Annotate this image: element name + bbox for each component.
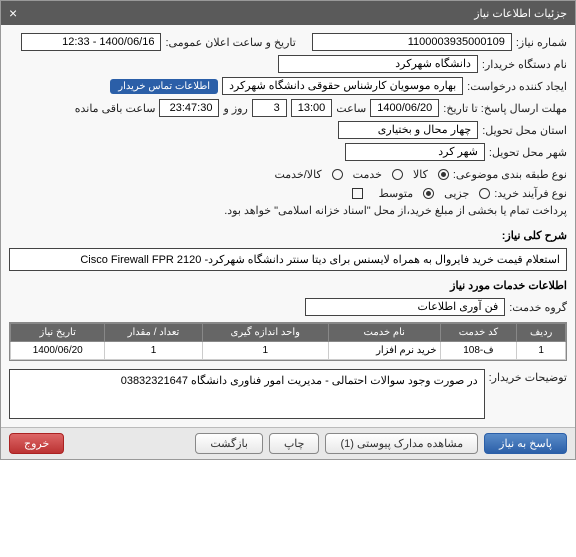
attachments-button[interactable]: مشاهده مدارک پیوستی (1) bbox=[325, 433, 478, 454]
th-row: ردیف bbox=[517, 324, 566, 342]
th-qty: تعداد / مقدار bbox=[105, 324, 202, 342]
back-button[interactable]: بازگشت bbox=[195, 433, 263, 454]
cell-qty: 1 bbox=[105, 342, 202, 360]
process-radio-group: جزیی متوسط bbox=[379, 187, 491, 200]
close-icon[interactable]: × bbox=[9, 5, 17, 21]
announce-field: 1400/06/16 - 12:33 bbox=[21, 33, 161, 51]
group-label: گروه خدمت: bbox=[509, 301, 567, 314]
cell-row: 1 bbox=[517, 342, 566, 360]
desc-box: استعلام قیمت خرید فایروال به همراه لایسن… bbox=[9, 248, 567, 271]
city-field: شهر کرد bbox=[345, 143, 485, 161]
details-window: جزئیات اطلاعات نیاز × شماره نیاز: 110000… bbox=[0, 0, 576, 460]
req-no-field: 1100003935000109 bbox=[312, 33, 512, 51]
radio-medium-label: متوسط bbox=[379, 187, 414, 200]
req-no-label: شماره نیاز: bbox=[516, 36, 567, 49]
table-row[interactable]: 1 ف-108 خرید نرم افزار 1 1 1400/06/20 bbox=[11, 342, 566, 360]
window-title: جزئیات اطلاعات نیاز bbox=[474, 7, 567, 20]
buyer-label: نام دستگاه خریدار: bbox=[482, 58, 567, 71]
days-field: 3 bbox=[252, 99, 287, 117]
exit-button[interactable]: خروج bbox=[9, 433, 64, 454]
print-button[interactable]: چاپ bbox=[269, 433, 320, 454]
radio-kala[interactable] bbox=[438, 169, 449, 180]
respond-button[interactable]: پاسخ به نیاز bbox=[484, 433, 567, 454]
radio-khadamat[interactable] bbox=[392, 169, 403, 180]
radio-kala-label: کالا bbox=[413, 168, 428, 181]
deadline-hour-field: 13:00 bbox=[291, 99, 333, 117]
contact-buyer-button[interactable]: اطلاعات تماس خریدار bbox=[110, 79, 218, 94]
hour-label: ساعت bbox=[336, 102, 366, 115]
th-name: نام خدمت bbox=[328, 324, 440, 342]
process-label: نوع فرآیند خرید: bbox=[494, 187, 567, 200]
notes-label: توضیحات خریدار: bbox=[489, 367, 575, 384]
subject-label: نوع طبقه بندی موضوعی: bbox=[453, 168, 567, 181]
radio-khadamat-label: خدمت bbox=[353, 168, 382, 181]
group-field: فن آوری اطلاعات bbox=[305, 298, 505, 316]
radio-both[interactable] bbox=[332, 169, 343, 180]
radio-medium[interactable] bbox=[423, 188, 434, 199]
buyer-notes: در صورت وجود سوالات احتمالی - مدیریت امو… bbox=[9, 369, 485, 419]
requester-field: بهاره موسویان کارشناس حقوقی دانشگاه شهرک… bbox=[222, 77, 463, 95]
form-area: شماره نیاز: 1100003935000109 تاریخ و ساع… bbox=[1, 25, 575, 225]
th-unit: واحد اندازه گیری bbox=[202, 324, 328, 342]
requester-label: ایجاد کننده درخواست: bbox=[467, 80, 567, 93]
radio-small-label: جزیی bbox=[444, 187, 469, 200]
th-date: تاریخ نیاز bbox=[11, 324, 105, 342]
city-label: شهر محل تحویل: bbox=[489, 146, 567, 159]
announce-label: تاریخ و ساعت اعلان عمومی: bbox=[165, 36, 295, 49]
province-label: استان محل تحویل: bbox=[482, 124, 567, 137]
cell-date: 1400/06/20 bbox=[11, 342, 105, 360]
cell-unit: 1 bbox=[202, 342, 328, 360]
remain-label: ساعت باقی مانده bbox=[75, 102, 156, 115]
cell-name: خرید نرم افزار bbox=[328, 342, 440, 360]
items-header: اطلاعات خدمات مورد نیاز bbox=[1, 275, 575, 296]
radio-small[interactable] bbox=[479, 188, 490, 199]
button-bar: پاسخ به نیاز مشاهده مدارک پیوستی (1) چاپ… bbox=[1, 427, 575, 459]
subject-radio-group: کالا خدمت کالا/خدمت bbox=[274, 168, 448, 181]
pay-note: پرداخت تمام یا بخشی از مبلغ خرید،از محل … bbox=[224, 204, 567, 217]
cell-code: ف-108 bbox=[440, 342, 517, 360]
titlebar: جزئیات اطلاعات نیاز × bbox=[1, 1, 575, 25]
remain-time-field: 23:47:30 bbox=[159, 99, 219, 117]
deadline-label: مهلت ارسال پاسخ: تا تاریخ: bbox=[443, 102, 567, 115]
items-table-wrap: ردیف کد خدمت نام خدمت واحد اندازه گیری ت… bbox=[9, 322, 567, 361]
province-field: چهار محال و بختیاری bbox=[338, 121, 478, 139]
deadline-date-field: 1400/06/20 bbox=[370, 99, 439, 117]
desc-label: شرح کلی نیاز: bbox=[1, 225, 575, 246]
radio-both-label: کالا/خدمت bbox=[274, 168, 321, 181]
buyer-field: دانشگاه شهرکرد bbox=[278, 55, 478, 73]
th-code: کد خدمت bbox=[440, 324, 517, 342]
table-header-row: ردیف کد خدمت نام خدمت واحد اندازه گیری ت… bbox=[11, 324, 566, 342]
treasury-checkbox[interactable] bbox=[352, 188, 363, 199]
items-table: ردیف کد خدمت نام خدمت واحد اندازه گیری ت… bbox=[10, 323, 566, 360]
day-label: روز و bbox=[223, 102, 247, 115]
